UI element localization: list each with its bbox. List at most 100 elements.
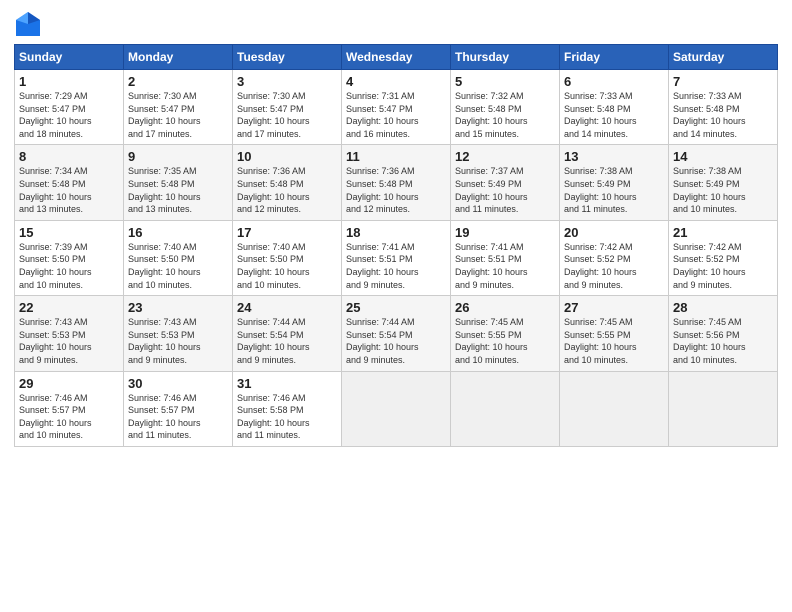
day-number: 13 [564,149,664,164]
week-row-5: 29Sunrise: 7:46 AM Sunset: 5:57 PM Dayli… [15,371,778,446]
calendar-cell: 25Sunrise: 7:44 AM Sunset: 5:54 PM Dayli… [342,296,451,371]
calendar-cell: 21Sunrise: 7:42 AM Sunset: 5:52 PM Dayli… [669,220,778,295]
calendar-cell: 30Sunrise: 7:46 AM Sunset: 5:57 PM Dayli… [124,371,233,446]
logo [14,10,44,38]
week-row-1: 1Sunrise: 7:29 AM Sunset: 5:47 PM Daylig… [15,70,778,145]
col-header-friday: Friday [560,45,669,70]
logo-icon [14,10,42,38]
day-number: 23 [128,300,228,315]
day-number: 31 [237,376,337,391]
day-info: Sunrise: 7:46 AM Sunset: 5:58 PM Dayligh… [237,392,337,442]
col-header-tuesday: Tuesday [233,45,342,70]
calendar-cell: 5Sunrise: 7:32 AM Sunset: 5:48 PM Daylig… [451,70,560,145]
calendar-cell: 16Sunrise: 7:40 AM Sunset: 5:50 PM Dayli… [124,220,233,295]
week-row-4: 22Sunrise: 7:43 AM Sunset: 5:53 PM Dayli… [15,296,778,371]
day-number: 19 [455,225,555,240]
day-number: 11 [346,149,446,164]
day-info: Sunrise: 7:41 AM Sunset: 5:51 PM Dayligh… [455,241,555,291]
day-number: 30 [128,376,228,391]
day-info: Sunrise: 7:30 AM Sunset: 5:47 PM Dayligh… [237,90,337,140]
day-number: 29 [19,376,119,391]
calendar-cell: 10Sunrise: 7:36 AM Sunset: 5:48 PM Dayli… [233,145,342,220]
day-number: 7 [673,74,773,89]
calendar-cell: 19Sunrise: 7:41 AM Sunset: 5:51 PM Dayli… [451,220,560,295]
day-info: Sunrise: 7:38 AM Sunset: 5:49 PM Dayligh… [673,165,773,215]
day-info: Sunrise: 7:37 AM Sunset: 5:49 PM Dayligh… [455,165,555,215]
day-number: 1 [19,74,119,89]
calendar-cell: 2Sunrise: 7:30 AM Sunset: 5:47 PM Daylig… [124,70,233,145]
page-container: SundayMondayTuesdayWednesdayThursdayFrid… [0,0,792,457]
calendar-cell: 26Sunrise: 7:45 AM Sunset: 5:55 PM Dayli… [451,296,560,371]
day-info: Sunrise: 7:34 AM Sunset: 5:48 PM Dayligh… [19,165,119,215]
calendar-cell: 13Sunrise: 7:38 AM Sunset: 5:49 PM Dayli… [560,145,669,220]
day-info: Sunrise: 7:44 AM Sunset: 5:54 PM Dayligh… [346,316,446,366]
day-info: Sunrise: 7:30 AM Sunset: 5:47 PM Dayligh… [128,90,228,140]
day-number: 10 [237,149,337,164]
day-info: Sunrise: 7:38 AM Sunset: 5:49 PM Dayligh… [564,165,664,215]
calendar-cell: 4Sunrise: 7:31 AM Sunset: 5:47 PM Daylig… [342,70,451,145]
day-info: Sunrise: 7:33 AM Sunset: 5:48 PM Dayligh… [673,90,773,140]
day-info: Sunrise: 7:31 AM Sunset: 5:47 PM Dayligh… [346,90,446,140]
day-number: 27 [564,300,664,315]
col-header-sunday: Sunday [15,45,124,70]
calendar-cell [451,371,560,446]
day-info: Sunrise: 7:46 AM Sunset: 5:57 PM Dayligh… [19,392,119,442]
day-number: 2 [128,74,228,89]
day-info: Sunrise: 7:46 AM Sunset: 5:57 PM Dayligh… [128,392,228,442]
calendar-cell: 29Sunrise: 7:46 AM Sunset: 5:57 PM Dayli… [15,371,124,446]
day-number: 15 [19,225,119,240]
day-info: Sunrise: 7:40 AM Sunset: 5:50 PM Dayligh… [237,241,337,291]
calendar-cell: 24Sunrise: 7:44 AM Sunset: 5:54 PM Dayli… [233,296,342,371]
day-number: 24 [237,300,337,315]
day-number: 9 [128,149,228,164]
day-info: Sunrise: 7:32 AM Sunset: 5:48 PM Dayligh… [455,90,555,140]
col-header-thursday: Thursday [451,45,560,70]
day-number: 12 [455,149,555,164]
day-info: Sunrise: 7:43 AM Sunset: 5:53 PM Dayligh… [19,316,119,366]
day-info: Sunrise: 7:42 AM Sunset: 5:52 PM Dayligh… [673,241,773,291]
day-info: Sunrise: 7:29 AM Sunset: 5:47 PM Dayligh… [19,90,119,140]
header-row: SundayMondayTuesdayWednesdayThursdayFrid… [15,45,778,70]
calendar-cell: 28Sunrise: 7:45 AM Sunset: 5:56 PM Dayli… [669,296,778,371]
header [14,10,778,38]
calendar-cell: 8Sunrise: 7:34 AM Sunset: 5:48 PM Daylig… [15,145,124,220]
day-number: 28 [673,300,773,315]
calendar-cell [560,371,669,446]
day-info: Sunrise: 7:44 AM Sunset: 5:54 PM Dayligh… [237,316,337,366]
day-info: Sunrise: 7:45 AM Sunset: 5:55 PM Dayligh… [455,316,555,366]
day-number: 25 [346,300,446,315]
calendar-cell: 11Sunrise: 7:36 AM Sunset: 5:48 PM Dayli… [342,145,451,220]
day-info: Sunrise: 7:36 AM Sunset: 5:48 PM Dayligh… [346,165,446,215]
calendar-cell: 27Sunrise: 7:45 AM Sunset: 5:55 PM Dayli… [560,296,669,371]
week-row-3: 15Sunrise: 7:39 AM Sunset: 5:50 PM Dayli… [15,220,778,295]
day-info: Sunrise: 7:45 AM Sunset: 5:56 PM Dayligh… [673,316,773,366]
col-header-saturday: Saturday [669,45,778,70]
day-number: 5 [455,74,555,89]
day-number: 18 [346,225,446,240]
col-header-wednesday: Wednesday [342,45,451,70]
day-info: Sunrise: 7:42 AM Sunset: 5:52 PM Dayligh… [564,241,664,291]
day-number: 20 [564,225,664,240]
day-info: Sunrise: 7:43 AM Sunset: 5:53 PM Dayligh… [128,316,228,366]
day-number: 22 [19,300,119,315]
day-number: 26 [455,300,555,315]
calendar-cell [669,371,778,446]
col-header-monday: Monday [124,45,233,70]
calendar-cell: 22Sunrise: 7:43 AM Sunset: 5:53 PM Dayli… [15,296,124,371]
calendar-cell: 23Sunrise: 7:43 AM Sunset: 5:53 PM Dayli… [124,296,233,371]
day-info: Sunrise: 7:33 AM Sunset: 5:48 PM Dayligh… [564,90,664,140]
calendar-cell: 6Sunrise: 7:33 AM Sunset: 5:48 PM Daylig… [560,70,669,145]
day-number: 8 [19,149,119,164]
calendar-cell: 31Sunrise: 7:46 AM Sunset: 5:58 PM Dayli… [233,371,342,446]
day-number: 6 [564,74,664,89]
day-info: Sunrise: 7:40 AM Sunset: 5:50 PM Dayligh… [128,241,228,291]
calendar-cell: 12Sunrise: 7:37 AM Sunset: 5:49 PM Dayli… [451,145,560,220]
day-number: 17 [237,225,337,240]
day-number: 21 [673,225,773,240]
calendar-table: SundayMondayTuesdayWednesdayThursdayFrid… [14,44,778,447]
week-row-2: 8Sunrise: 7:34 AM Sunset: 5:48 PM Daylig… [15,145,778,220]
day-info: Sunrise: 7:41 AM Sunset: 5:51 PM Dayligh… [346,241,446,291]
calendar-cell: 7Sunrise: 7:33 AM Sunset: 5:48 PM Daylig… [669,70,778,145]
day-number: 16 [128,225,228,240]
day-info: Sunrise: 7:36 AM Sunset: 5:48 PM Dayligh… [237,165,337,215]
